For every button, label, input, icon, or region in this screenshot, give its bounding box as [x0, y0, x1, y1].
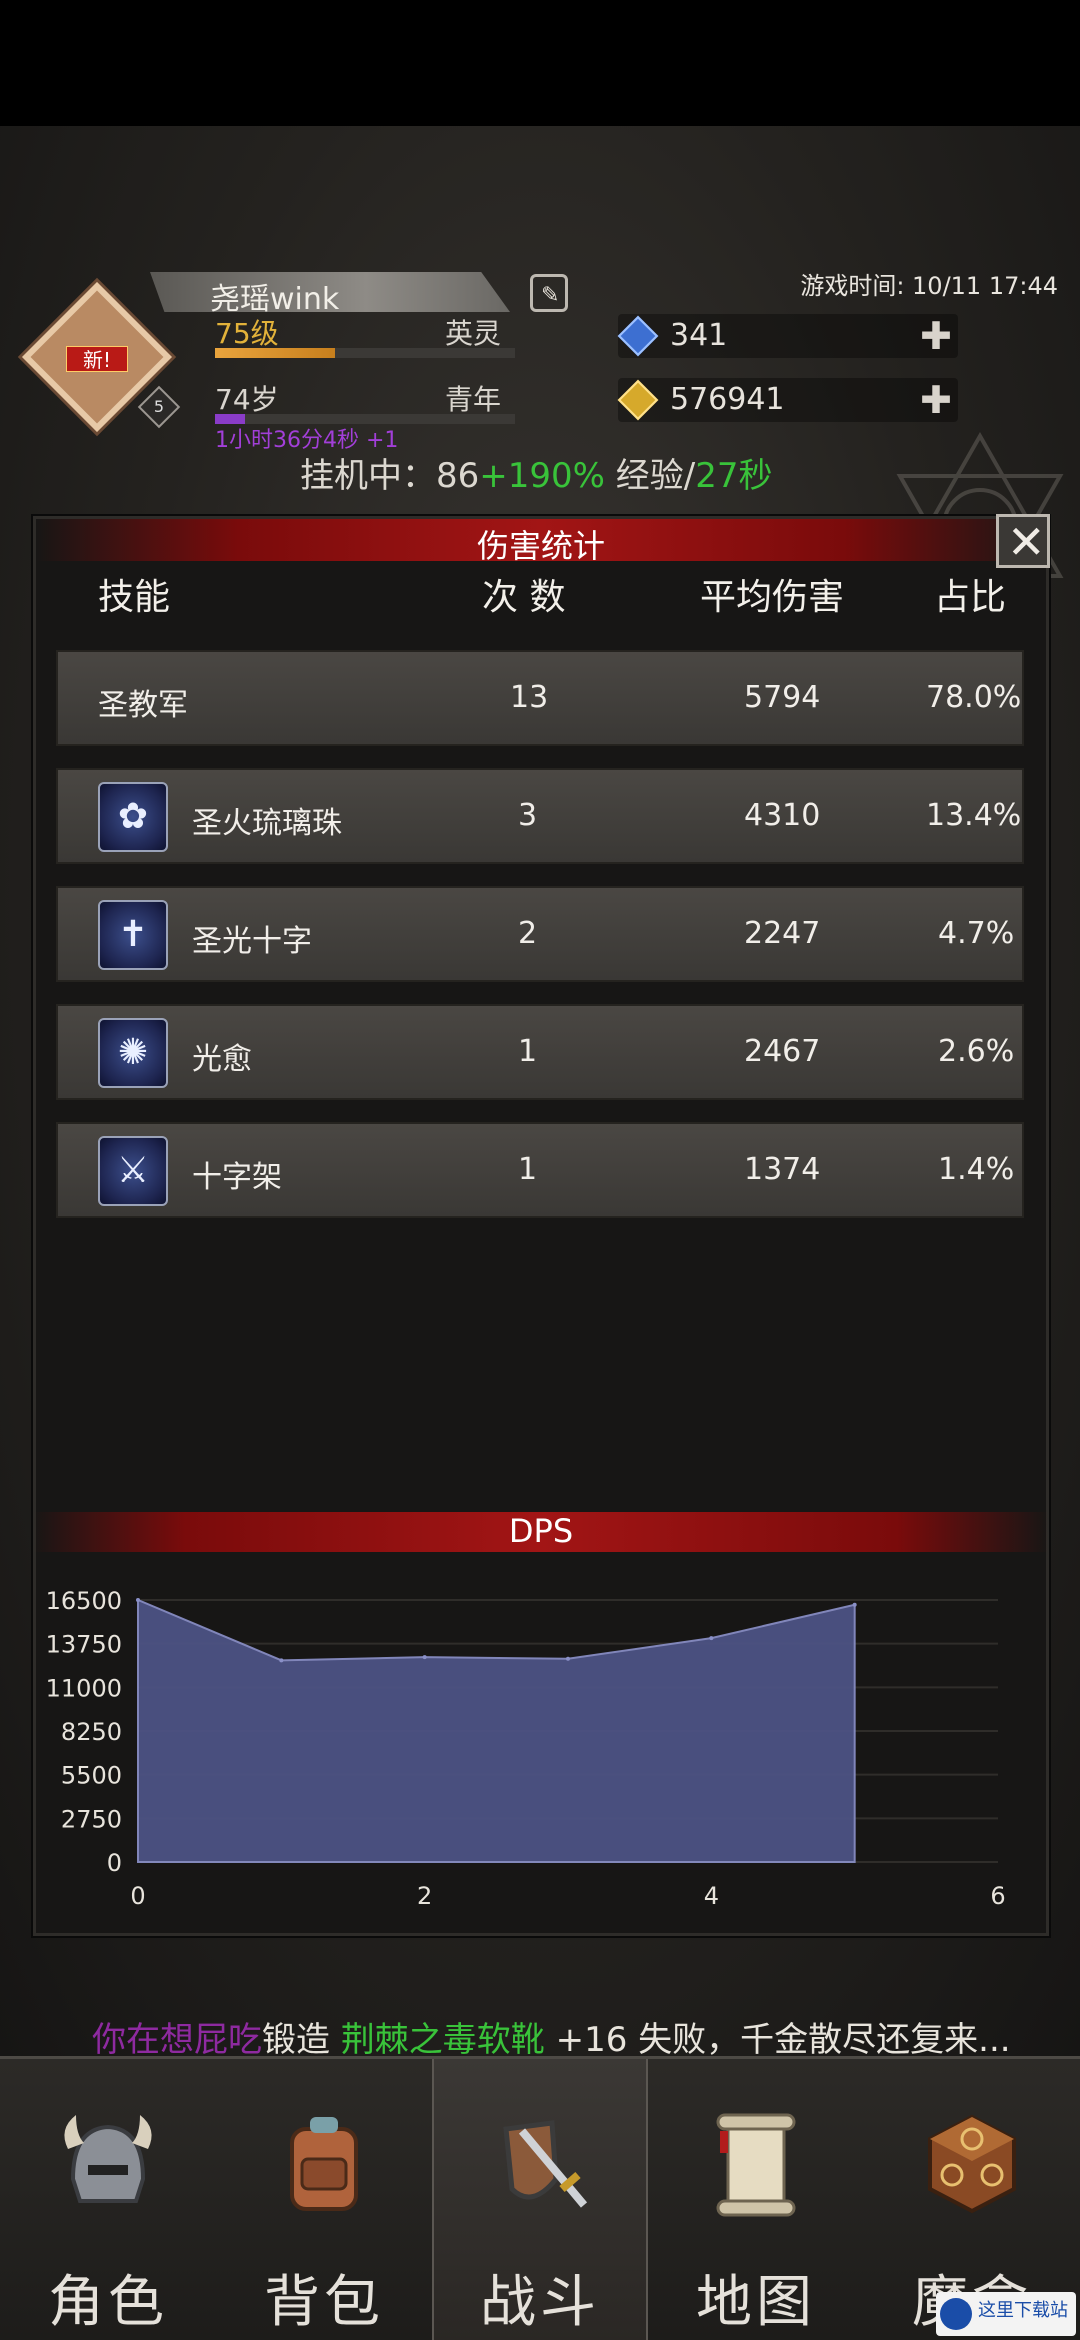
- nav-label: 地图: [696, 2270, 816, 2335]
- column-header-avg-damage: 平均伤害: [700, 577, 845, 618]
- table-row: ⚔ 十字架 1 1374 1.4%: [56, 1122, 1024, 1218]
- add-gold-button[interactable]: ✚: [914, 378, 958, 422]
- skill-percent: 4.7%: [938, 916, 1015, 951]
- gem-icon: [617, 315, 659, 357]
- y-tick-label: 8250: [61, 1718, 122, 1746]
- gold-icon: [617, 379, 659, 421]
- y-tick-label: 16500: [46, 1587, 122, 1615]
- event-ticker: 你在想屁吃锻造 荆棘之毒软靴 +16 失败，千金散尽还复来...: [92, 2020, 1011, 2060]
- player-avatar[interactable]: 新! 5: [22, 282, 181, 432]
- x-tick-label: 6: [990, 1882, 1005, 1910]
- dps-chart: 16500 13750 11000 8250 5500 2750 00 2 4 6: [46, 1587, 1006, 1910]
- gold-counter: 576941 ✚: [617, 378, 958, 422]
- status-bar: [0, 0, 1080, 126]
- dps-area-series: [137, 1598, 856, 1863]
- orb-icon: ✿: [98, 782, 168, 852]
- skill-percent: 1.4%: [938, 1152, 1015, 1187]
- watermark-logo-icon: [940, 2298, 972, 2330]
- add-gems-button[interactable]: ✚: [914, 314, 958, 358]
- x-tick-label: 4: [704, 1882, 719, 1910]
- new-badge: 新!: [66, 346, 128, 372]
- dps-title: DPS: [508, 1512, 574, 1550]
- y-tick-label: 5500: [61, 1762, 122, 1790]
- gold-amount: 576941: [670, 382, 785, 417]
- skill-name: 圣光十字: [192, 924, 312, 959]
- gem-counter: 341 ✚: [617, 314, 958, 358]
- skill-name: 光愈: [192, 1042, 252, 1077]
- skill-percent: 2.6%: [938, 1034, 1015, 1069]
- bottom-nav: 角色 背包 战斗 地图 魔盒: [0, 2056, 1080, 2340]
- skill-count: 1: [518, 1152, 538, 1187]
- backpack-icon: [290, 2117, 358, 2211]
- table-row: ✿ 圣火琉璃珠 3 4310 13.4%: [56, 768, 1024, 864]
- column-header-count: 次 数: [482, 577, 566, 618]
- column-header-percent: 占比: [934, 577, 1007, 618]
- skill-percent: 78.0%: [926, 680, 1022, 715]
- magic-box-icon: [928, 2114, 1016, 2214]
- dps-data-point: [136, 1598, 140, 1602]
- sword-shield-icon: [503, 2120, 588, 2208]
- x-tick-label: 2: [417, 1882, 432, 1910]
- dps-data-point: [422, 1655, 427, 1660]
- dps-data-point: [566, 1656, 570, 1661]
- nav-label: 战斗: [480, 2270, 600, 2335]
- skill-name: 圣教军: [98, 688, 188, 723]
- cross-icon: ✝: [98, 900, 168, 970]
- dialog-title: 伤害统计: [476, 527, 605, 565]
- y-tick-label: 13750: [46, 1631, 122, 1659]
- table-row: 圣教军 13 5794 78.0%: [56, 650, 1024, 746]
- player-level: 75级: [215, 317, 279, 350]
- skill-avg-damage: 2247: [744, 916, 821, 951]
- skill-name: 十字架: [192, 1160, 282, 1195]
- exp-bar: [215, 348, 515, 358]
- gem-amount: 341: [670, 318, 728, 353]
- dps-data-point: [852, 1602, 857, 1607]
- y-tick-label: 0: [107, 1849, 122, 1877]
- table-row: ✺ 光愈 1 2467 2.6%: [56, 1004, 1024, 1100]
- skill-count: 1: [518, 1034, 538, 1069]
- edit-icon: ✎: [541, 283, 560, 308]
- skill-name: 圣火琉璃珠: [192, 806, 342, 841]
- skill-count: 2: [518, 916, 538, 951]
- table-row: ✝ 圣光十字 2 2247 4.7%: [56, 886, 1024, 982]
- dialog-title-bar: 伤害统计: [36, 519, 1046, 565]
- x-tick-label: 0: [130, 1882, 145, 1910]
- player-rank-title: 英灵: [445, 317, 502, 350]
- player-age: 74岁: [215, 383, 279, 416]
- skill-count: 3: [518, 798, 538, 833]
- exp-bar-fill: [215, 348, 335, 358]
- nav-label: 背包: [264, 2270, 384, 2335]
- skill-avg-damage: 4310: [744, 798, 821, 833]
- dps-data-point: [709, 1636, 714, 1641]
- y-tick-label: 2750: [61, 1805, 122, 1833]
- skill-avg-damage: 1374: [744, 1152, 821, 1187]
- y-tick-label: 11000: [46, 1674, 122, 1702]
- skill-avg-damage: 5794: [744, 680, 821, 715]
- column-header-skill: 技能: [98, 577, 171, 618]
- sword-icon: ⚔: [98, 1136, 168, 1206]
- scroll-map-icon: [716, 2113, 796, 2217]
- edit-name-button[interactable]: ✎: [530, 274, 568, 312]
- game-time: 游戏时间: 10/11 17:44: [800, 272, 1058, 300]
- dps-data-point: [279, 1658, 284, 1663]
- watermark: 这里下载站: [936, 2292, 1076, 2336]
- nav-battle[interactable]: 战斗: [432, 2059, 648, 2340]
- nav-backpack[interactable]: 背包: [216, 2059, 432, 2340]
- close-button[interactable]: ✕: [996, 514, 1050, 569]
- idle-status: 挂机中：86+190% 经验/27秒: [300, 456, 773, 496]
- age-stage: 青年: [445, 383, 502, 416]
- nav-map[interactable]: 地图: [648, 2059, 864, 2340]
- nav-label: 角色: [48, 2270, 168, 2335]
- skill-avg-damage: 2467: [744, 1034, 821, 1069]
- skill-count: 13: [510, 680, 549, 715]
- dps-title-bar: DPS: [33, 1512, 1049, 1552]
- skill-percent: 13.4%: [926, 798, 1022, 833]
- helmet-icon: [64, 2115, 152, 2203]
- heal-icon: ✺: [98, 1018, 168, 1088]
- close-icon: ✕: [1007, 515, 1046, 569]
- nav-character[interactable]: 角色: [0, 2059, 216, 2340]
